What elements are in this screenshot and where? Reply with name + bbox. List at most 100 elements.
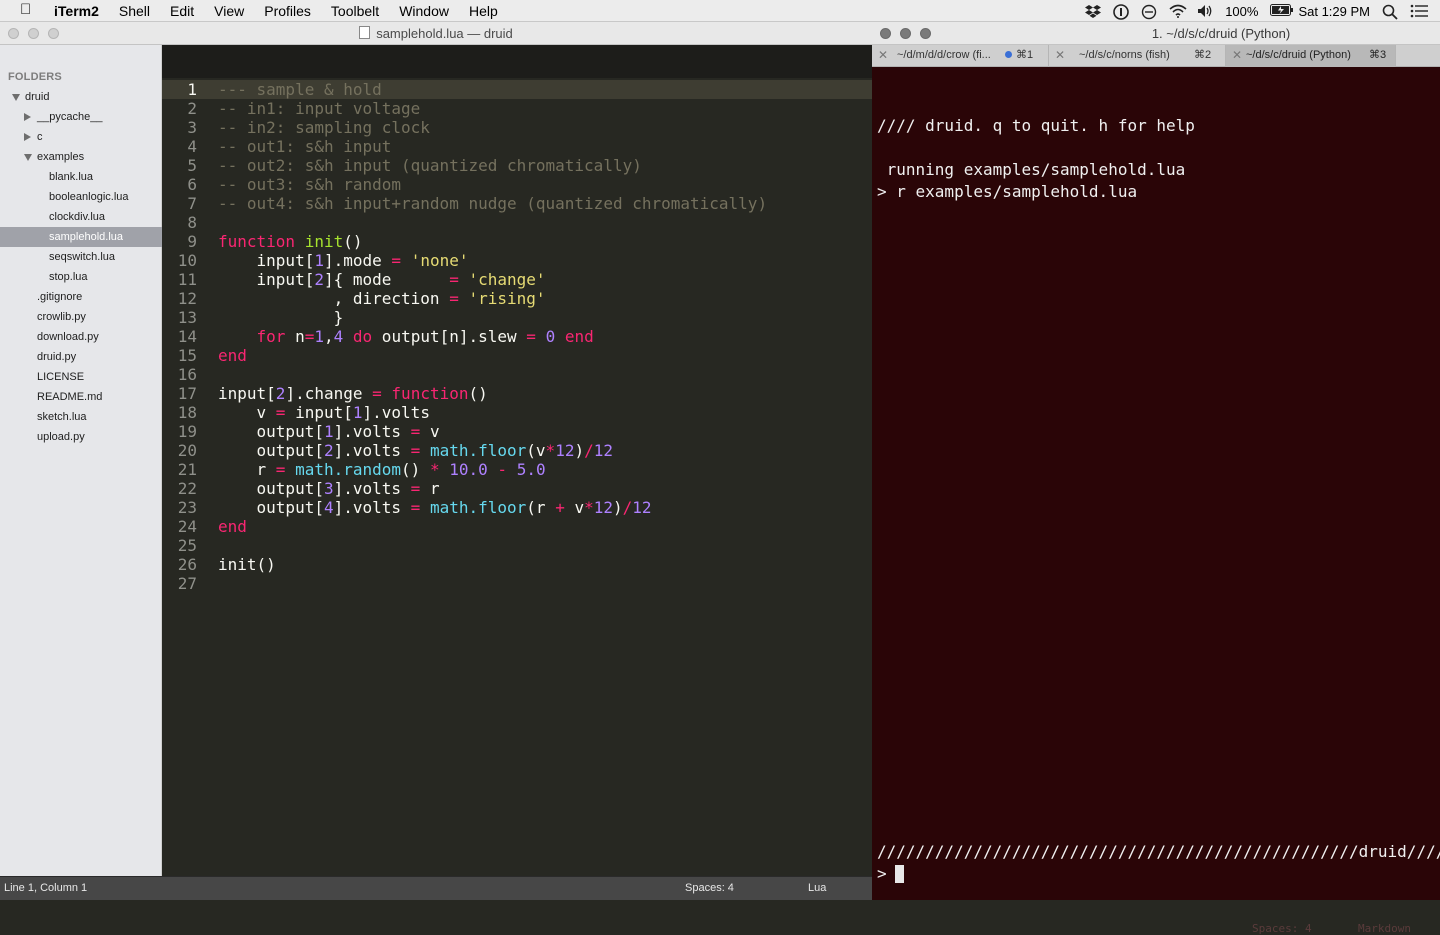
- iterm-minimize-button[interactable]: [900, 28, 911, 39]
- battery-icon[interactable]: [1270, 4, 1294, 18]
- code-line: }: [218, 308, 344, 327]
- syntax-selector[interactable]: Lua: [808, 882, 826, 894]
- tab-label: ~/d/s/c/norns (fish): [1079, 49, 1170, 61]
- dropbox-icon[interactable]: [1085, 4, 1102, 18]
- line-number: 10: [177, 251, 197, 270]
- sidebar-file[interactable]: sketch.lua: [0, 407, 162, 427]
- volume-icon[interactable]: [1197, 4, 1213, 18]
- menu-profiles[interactable]: Profiles: [264, 0, 321, 22]
- terminal-line: > r examples/samplehold.lua: [877, 182, 1138, 201]
- menubar-clock[interactable]: Sat 1:29 PM: [1298, 4, 1370, 19]
- sidebar-folder[interactable]: druid: [0, 87, 162, 107]
- tree-item-label: crowlib.py: [37, 311, 86, 323]
- line-number: 27: [177, 574, 197, 593]
- editor-tab-bar: [162, 45, 872, 78]
- sidebar-file[interactable]: stop.lua: [0, 267, 162, 287]
- line-number: 18: [177, 403, 197, 422]
- tree-item-label: README.md: [37, 391, 103, 403]
- tab-label: ~/d/m/d/d/crow (fi...: [897, 49, 991, 61]
- code-line: -- out3: s&h random: [218, 175, 402, 194]
- notification-center-icon[interactable]: [1410, 4, 1428, 18]
- sidebar-file[interactable]: crowlib.py: [0, 307, 162, 327]
- disclosure-open-icon[interactable]: [24, 154, 32, 161]
- tree-item-label: LICENSE: [37, 371, 85, 383]
- line-number: 24: [177, 517, 197, 536]
- line-number: 4: [187, 137, 197, 156]
- sublime-window-title: samplehold.lua — druid: [0, 26, 872, 41]
- tree-item-label: clockdiv.lua: [49, 211, 106, 223]
- iterm-zoom-button[interactable]: [920, 28, 931, 39]
- menu-edit[interactable]: Edit: [170, 0, 204, 22]
- tree-item-label: examples: [37, 151, 85, 163]
- iterm-tab-druid[interactable]: ✕ ~/d/s/c/druid (Python) ⌘3: [1226, 45, 1396, 67]
- code-line: output[3].volts = r: [218, 479, 440, 498]
- tree-item-label: druid.py: [37, 351, 77, 363]
- menu-iterm2[interactable]: iTerm2: [54, 0, 109, 22]
- tree-item-label: booleanlogic.lua: [49, 191, 129, 203]
- code-editor[interactable]: 1 2 3 4 5 6 7 8 9 10 11 12 13 14 15 16 17 18 19 20 21 22 23 24 2…: [162, 78, 872, 876]
- wifi-icon[interactable]: [1169, 4, 1187, 18]
- line-number: 19: [177, 422, 197, 441]
- sidebar-file[interactable]: download.py: [0, 327, 162, 347]
- 1password-icon[interactable]: [1113, 4, 1130, 20]
- sublime-titlebar: samplehold.lua — druid: [0, 22, 872, 45]
- druid-prompt: >: [877, 864, 897, 883]
- line-number: 3: [187, 118, 197, 137]
- line-number: 5: [187, 156, 197, 175]
- sidebar-file[interactable]: upload.py: [0, 427, 162, 447]
- disclosure-closed-icon[interactable]: [24, 133, 31, 141]
- iterm-tab-norns[interactable]: ✕ ~/d/s/c/norns (fish) ⌘2: [1049, 45, 1226, 67]
- sidebar-file[interactable]: samplehold.lua: [0, 227, 162, 247]
- close-tab-icon[interactable]: ✕: [878, 45, 888, 66]
- sublime-status-bar: Line 1, Column 1 Spaces: 4 Lua: [0, 876, 872, 900]
- sidebar-file[interactable]: .gitignore: [0, 287, 162, 307]
- terminal-line: running examples/samplehold.lua: [877, 160, 1186, 179]
- line-number: 13: [177, 308, 197, 327]
- line-number: 17: [177, 384, 197, 403]
- sidebar-file[interactable]: booleanlogic.lua: [0, 187, 162, 207]
- sidebar-file[interactable]: clockdiv.lua: [0, 207, 162, 227]
- code-line: -- in1: input voltage: [218, 99, 421, 118]
- close-tab-icon[interactable]: ✕: [1055, 45, 1065, 66]
- sublime-title-text: samplehold.lua — druid: [376, 26, 513, 41]
- iterm-titlebar: 1. ~/d/s/c/druid (Python): [872, 22, 1440, 45]
- do-not-disturb-icon[interactable]: [1141, 4, 1157, 20]
- menu-shell[interactable]: Shell: [119, 0, 160, 22]
- code-line: end: [218, 346, 247, 365]
- sidebar-file[interactable]: README.md: [0, 387, 162, 407]
- close-tab-icon[interactable]: ✕: [1232, 45, 1242, 66]
- tree-item-label: sketch.lua: [37, 411, 87, 423]
- tree-item-label: stop.lua: [49, 271, 88, 283]
- sidebar-file[interactable]: druid.py: [0, 347, 162, 367]
- iterm-close-button[interactable]: [880, 28, 891, 39]
- line-number: 23: [177, 498, 197, 517]
- apple-menu-icon[interactable]: : [20, 1, 36, 19]
- line-number: 1: [187, 80, 197, 99]
- sidebar-file[interactable]: seqswitch.lua: [0, 247, 162, 267]
- sidebar-folder[interactable]: __pycache__: [0, 107, 162, 127]
- sidebar-file[interactable]: LICENSE: [0, 367, 162, 387]
- menu-window[interactable]: Window: [399, 0, 459, 22]
- code-line: output[4].volts = math.floor(r + v*12)/1…: [218, 498, 652, 517]
- tree-item-label: seqswitch.lua: [49, 251, 116, 263]
- iterm-tab-bar: ✕ ~/d/m/d/d/crow (fi... ⌘1 ✕ ~/d/s/c/nor…: [872, 45, 1440, 67]
- code-line: -- out2: s&h input (quantized chromatica…: [218, 156, 642, 175]
- sidebar-folder[interactable]: examples: [0, 147, 162, 167]
- tab-shortcut: ⌘1: [1016, 49, 1034, 61]
- code-line: -- out4: s&h input+random nudge (quantiz…: [218, 194, 768, 213]
- disclosure-closed-icon[interactable]: [24, 113, 31, 121]
- terminal-output[interactable]: //// druid. q to quit. h for help runnin…: [872, 67, 1440, 935]
- tree-item-label: .gitignore: [37, 291, 83, 303]
- tab-shortcut: ⌘3: [1369, 49, 1387, 61]
- menu-help[interactable]: Help: [469, 0, 508, 22]
- spotlight-icon[interactable]: [1382, 4, 1398, 20]
- sidebar-file[interactable]: blank.lua: [0, 167, 162, 187]
- disclosure-open-icon[interactable]: [12, 94, 20, 101]
- sidebar-folder[interactable]: c: [0, 127, 162, 147]
- menu-toolbelt[interactable]: Toolbelt: [331, 0, 389, 22]
- activity-dot-icon: [1005, 51, 1012, 59]
- line-number: 2: [187, 99, 197, 118]
- menu-view[interactable]: View: [214, 0, 254, 22]
- iterm-tab-crow[interactable]: ✕ ~/d/m/d/d/crow (fi... ⌘1: [872, 45, 1049, 67]
- indentation-setting[interactable]: Spaces: 4: [685, 882, 734, 894]
